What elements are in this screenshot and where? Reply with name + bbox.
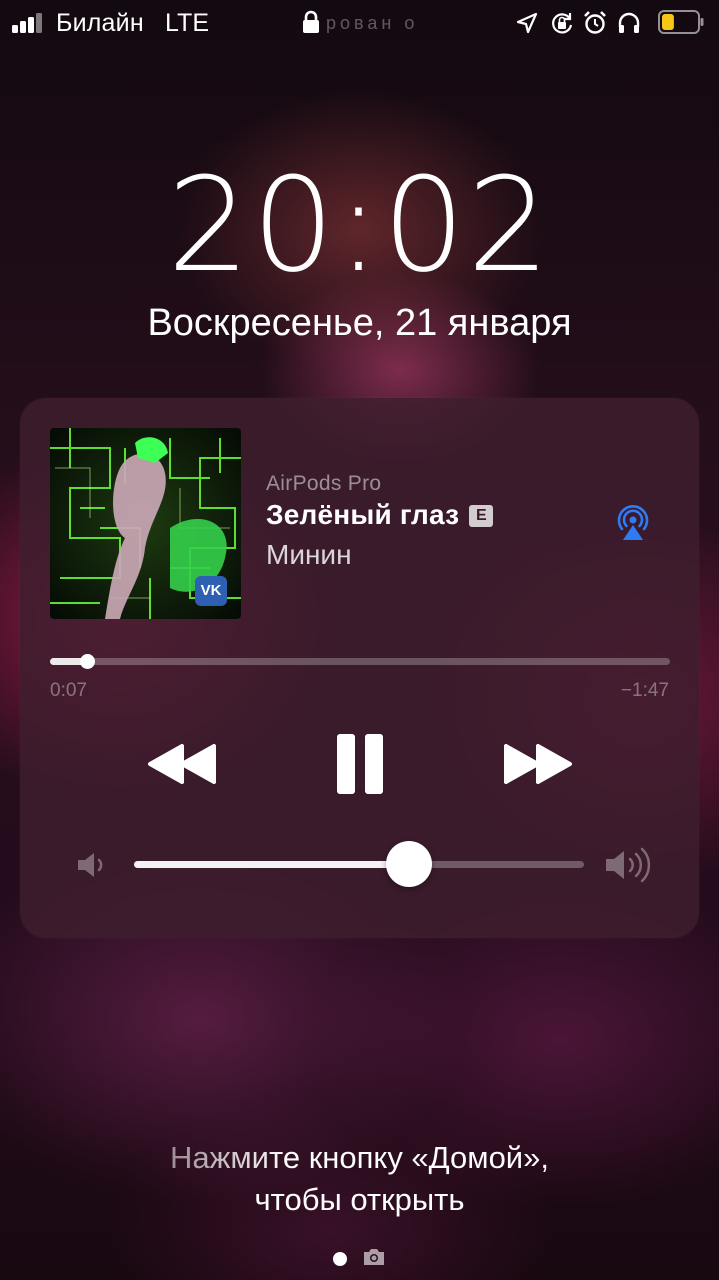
explicit-badge: E — [469, 505, 494, 527]
track-title-row[interactable]: Зелёный глаз E — [266, 499, 494, 537]
battery-icon — [658, 10, 704, 34]
output-device-name: AirPods Pro — [266, 472, 382, 495]
headphones-icon — [618, 12, 640, 33]
lock-status-text: рован о — [326, 13, 419, 33]
fast-forward-button[interactable] — [502, 728, 574, 800]
location-arrow-icon — [516, 12, 538, 34]
vk-badge: VK — [200, 582, 222, 599]
rewind-button[interactable] — [146, 728, 218, 800]
network-type: LTE — [165, 9, 209, 37]
signal-bars-icon — [12, 13, 50, 33]
status-bar: Билайн LTE рован о — [0, 0, 719, 46]
time-remaining: −1:47 — [620, 680, 669, 701]
alarm-clock-icon — [584, 11, 606, 34]
unlock-hint-line1: Нажмите кнопку «Домой», — [0, 1137, 719, 1179]
carrier-name: Билайн — [56, 9, 144, 37]
volume-knob[interactable] — [385, 841, 432, 887]
page-indicator-dot — [333, 1252, 347, 1266]
time-elapsed: 0:07 — [50, 680, 87, 701]
lock-screen-time: 20:02 — [167, 149, 552, 301]
track-artist: Минин — [266, 539, 352, 570]
lock-screen-date: Воскресенье, 21 января — [147, 302, 572, 344]
playback-scrubber[interactable] — [50, 654, 670, 669]
volume-low-icon — [78, 853, 103, 877]
volume-fill — [134, 861, 409, 868]
volume-high-icon — [606, 847, 651, 883]
lock-icon — [303, 10, 319, 33]
camera-icon[interactable] — [362, 1247, 386, 1267]
pause-button[interactable] — [324, 728, 396, 800]
album-artwork[interactable]: VK — [50, 428, 241, 619]
fast-forward-icon — [504, 744, 572, 784]
now-playing-widget: VK AirPods Pro Зелёный глаз E Минин 0:07 … — [20, 398, 699, 938]
unlock-hint-line2: чтобы открыть — [254, 1182, 465, 1217]
rewind-icon — [148, 744, 216, 784]
unlock-hint: Нажмите кнопку «Домой», чтобы открыть — [0, 1137, 719, 1221]
playback-scrubber-knob[interactable] — [80, 654, 96, 669]
airplay-icon[interactable] — [613, 503, 653, 543]
track-title: Зелёный глаз — [266, 499, 460, 530]
pause-icon — [337, 734, 383, 794]
volume-slider[interactable] — [134, 841, 584, 887]
rotation-lock-icon — [552, 13, 573, 34]
